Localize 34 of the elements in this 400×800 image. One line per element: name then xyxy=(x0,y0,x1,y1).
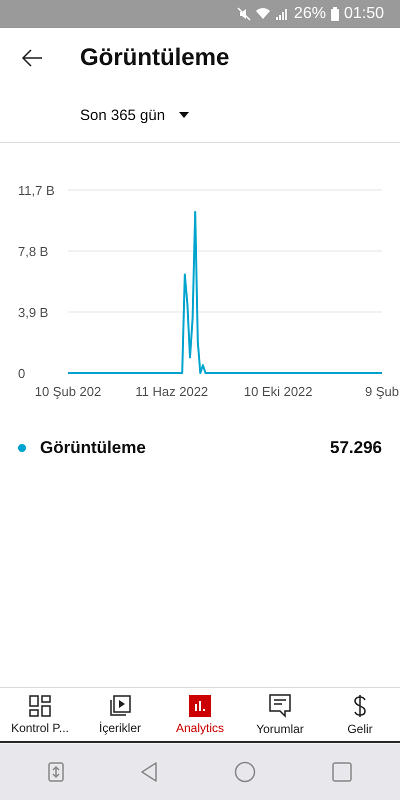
dashboard-icon xyxy=(29,694,51,716)
clock: 01:50 xyxy=(344,5,384,23)
x-axis-label: 10 Eki 2022 xyxy=(244,384,313,399)
period-dropdown[interactable]: Son 365 gün xyxy=(80,106,166,124)
page-title: Görüntüleme xyxy=(80,44,230,72)
y-axis-label: 11,7 B xyxy=(18,183,55,198)
nav-tab[interactable]: Kontrol P... xyxy=(0,688,80,741)
video-library-icon xyxy=(109,694,131,716)
recents-icon[interactable] xyxy=(332,762,352,782)
nav-tab[interactable]: Yorumlar xyxy=(240,688,320,741)
battery-icon xyxy=(330,7,339,21)
legend-value: 57.296 xyxy=(330,438,382,458)
x-axis-label: 11 Haz 2022 xyxy=(135,384,208,399)
caret-icon[interactable] xyxy=(179,112,190,118)
legend-label: Görüntüleme xyxy=(40,438,146,458)
wifi-icon xyxy=(256,8,270,20)
y-axis-label: 7,8 B xyxy=(18,244,48,259)
back-icon[interactable] xyxy=(140,760,158,782)
y-axis-label: 3,9 B xyxy=(18,305,48,320)
back-arrow-icon[interactable] xyxy=(21,49,43,67)
y-axis-label: 0 xyxy=(18,366,26,381)
dollar-icon xyxy=(353,694,367,718)
battery-percent: 26% xyxy=(294,5,326,23)
nav-tab[interactable]: Analytics xyxy=(160,688,240,741)
nav-tab[interactable]: Gelir xyxy=(320,688,400,741)
swap-icon[interactable] xyxy=(48,762,64,782)
comment-icon xyxy=(269,694,291,718)
x-axis-label: 9 Şub xyxy=(365,384,399,399)
nav-tab[interactable]: İçerikler xyxy=(80,688,160,741)
bar-chart-icon xyxy=(189,694,211,716)
x-axis-label: 10 Şub 202 xyxy=(34,384,102,399)
home-icon[interactable] xyxy=(234,760,256,782)
mute-icon xyxy=(236,7,251,21)
signal-icon xyxy=(274,8,289,20)
